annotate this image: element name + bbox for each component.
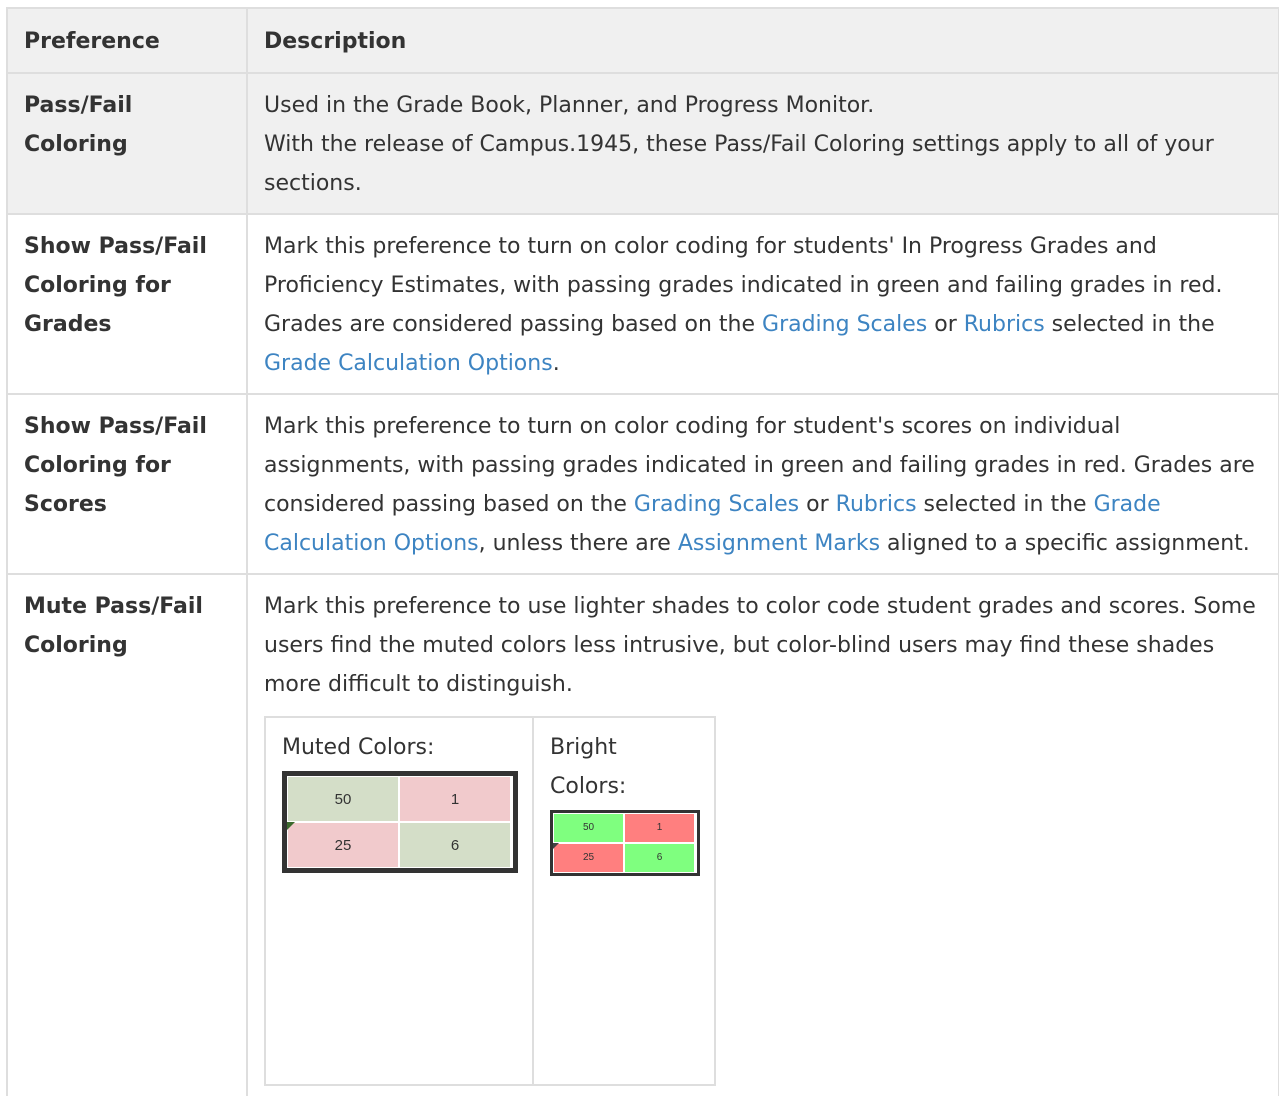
description-text: or [927, 312, 964, 337]
bright-colors-label: Bright Colors: [550, 735, 627, 799]
description-text: Mark this preference to use lighter shad… [264, 594, 1256, 697]
score-cell-pass: 50 [287, 776, 399, 822]
description-text: . [552, 351, 560, 376]
score-cell-pass: 50 [553, 813, 624, 843]
muted-colors-label: Muted Colors: [282, 735, 435, 760]
muted-colors-grid: 50 1 25 6 [282, 771, 518, 873]
description-text: selected in the [916, 492, 1094, 517]
description-line: Used in the Grade Book, Planner, and Pro… [264, 93, 875, 118]
description-text: or [799, 492, 836, 517]
rubrics-link[interactable]: Rubrics [836, 492, 917, 517]
description-line: With the release of Campus.1945, these P… [264, 132, 1214, 196]
table-row: Show Pass/Fail Coloring for Scores Mark … [6, 393, 1279, 575]
rubrics-link[interactable]: Rubrics [964, 312, 1045, 337]
table-row: Mute Pass/Fail Coloring Mark this prefer… [6, 573, 1279, 1096]
preference-name: Mute Pass/Fail Coloring [6, 573, 248, 1096]
header-preference: Preference [6, 7, 248, 74]
muted-colors-sample: Muted Colors: 50 1 25 6 [264, 716, 534, 1086]
preference-description: Mark this preference to turn on color co… [246, 213, 1279, 395]
table-row: Show Pass/Fail Coloring for Grades Mark … [6, 213, 1279, 395]
score-cell-fail: 25 [287, 822, 399, 868]
table-row: Pass/Fail Coloring Used in the Grade Boo… [6, 72, 1279, 215]
bright-colors-grid: 50 1 25 6 [550, 810, 700, 876]
preference-name: Pass/Fail Coloring [6, 72, 248, 215]
score-cell-pass: 6 [399, 822, 511, 868]
score-cell-fail: 1 [399, 776, 511, 822]
comment-flag-icon [553, 843, 559, 849]
table-header-row: Preference Description [6, 7, 1279, 74]
comment-flag-icon [287, 822, 295, 830]
grading-scales-link[interactable]: Grading Scales [762, 312, 927, 337]
score-cell-fail: 1 [624, 813, 695, 843]
bright-colors-sample: Bright Colors: 50 1 25 6 [532, 716, 716, 1086]
description-text: aligned to a specific assignment. [880, 531, 1250, 556]
preferences-table: Preference Description Pass/Fail Colorin… [6, 7, 1279, 1096]
grade-calculation-options-link[interactable]: Grade Calculation Options [264, 351, 553, 376]
preference-name: Show Pass/Fail Coloring for Scores [6, 393, 248, 575]
preference-description: Mark this preference to turn on color co… [246, 393, 1279, 575]
assignment-marks-link[interactable]: Assignment Marks [678, 531, 880, 556]
description-text: selected in the [1044, 312, 1215, 337]
preference-description: Used in the Grade Book, Planner, and Pro… [246, 72, 1279, 215]
grading-scales-link[interactable]: Grading Scales [634, 492, 799, 517]
score-cell-fail: 25 [553, 843, 624, 873]
score-cell-pass: 6 [624, 843, 695, 873]
color-samples-table: Muted Colors: 50 1 25 6 Bright Colors: 5… [264, 716, 716, 1086]
preference-name: Show Pass/Fail Coloring for Grades [6, 213, 248, 395]
header-description: Description [246, 7, 1279, 74]
description-text: , unless there are [478, 531, 678, 556]
preference-description: Mark this preference to use lighter shad… [246, 573, 1279, 1096]
